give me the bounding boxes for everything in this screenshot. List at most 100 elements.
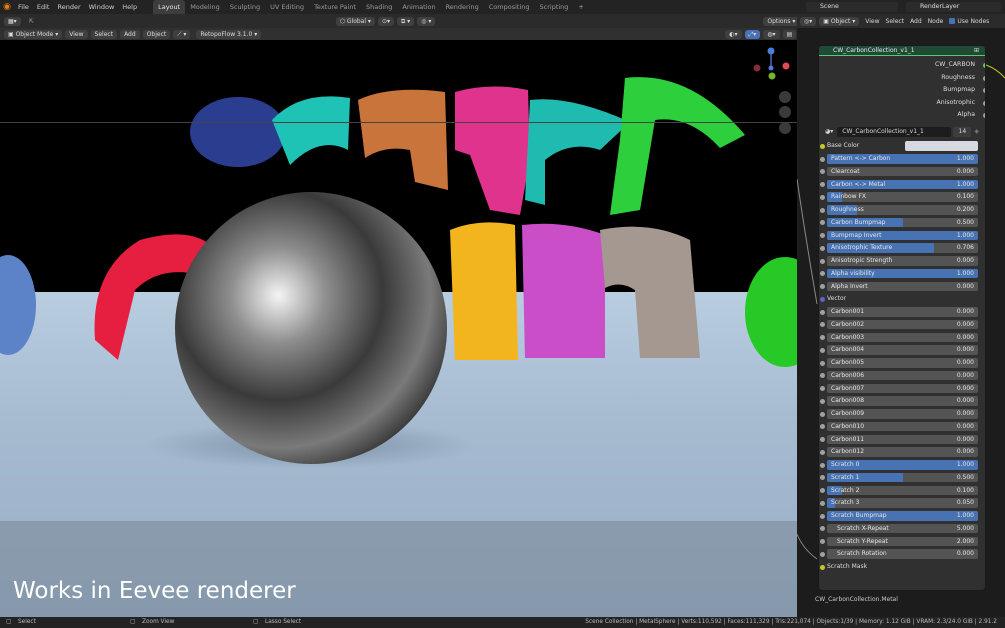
scene-selector[interactable]: Scene [806,2,898,12]
param-socket[interactable] [820,539,825,545]
scratch-mask-socket[interactable] [820,564,825,570]
node-group-carbon[interactable]: CW_CarbonCollection_v1_1 ⊞ CW_CARBON Roug… [818,45,986,591]
tab-uv-editing[interactable]: UV Editing [265,0,309,14]
param-socket[interactable] [820,500,825,506]
param-slider[interactable]: Scratch Rotation 0.000 [827,549,978,559]
cursor-tool-icon[interactable]: ⇱ [29,18,34,25]
3d-viewport[interactable]: Works in Eevee renderer [0,40,797,617]
base-color-swatch[interactable] [905,141,978,151]
param-socket[interactable] [820,526,825,532]
param-slider[interactable]: Alpha Invert 0.000 [827,281,978,292]
param-slider[interactable]: Carbon002 0.000 [827,319,978,330]
param-socket[interactable] [820,398,825,404]
add-menu[interactable]: Add [120,29,140,39]
pan-hand-icon[interactable] [779,106,791,118]
param-socket[interactable] [820,245,825,251]
mode-dropdown[interactable]: ▣ Object Mode ▾ [4,29,63,39]
node-group-selector[interactable]: ◕▾ CW_CarbonCollection_v1_1 14 ◈ [825,126,979,137]
node-editor-type-icon[interactable]: ◎▾ [800,16,817,26]
param-slider[interactable]: Roughness 0.200 [827,205,978,215]
transform-orientation-dropdown[interactable]: ⬡ Global ▾ [335,16,375,26]
add-workspace-button[interactable]: + [573,0,588,14]
node-editor[interactable]: ◎▾ ▣ Object ▾ View Select Add Node Use N… [797,14,1005,617]
retopoflow-menu[interactable]: RetopoFlow 3.1.0 ▾ [196,29,262,39]
param-slider[interactable]: Pattern <-> Carbon 1.000 [827,154,978,164]
param-slider[interactable]: Carbon <-> Metal 1.000 [827,179,978,190]
param-socket[interactable] [820,322,825,328]
zoom-icon[interactable] [779,91,791,103]
ne-node-menu[interactable]: Node [928,18,944,25]
param-slider[interactable]: Carbon007 0.000 [827,383,978,394]
param-socket[interactable] [820,437,825,443]
param-socket[interactable] [820,271,825,277]
param-socket[interactable] [820,462,825,468]
ne-select-menu[interactable]: Select [886,18,905,25]
ne-view-menu[interactable]: View [865,18,879,25]
camera-view-icon[interactable] [779,122,791,134]
select-menu[interactable]: Select [90,29,118,39]
param-socket[interactable] [820,424,825,430]
param-slider[interactable]: Rainbow FX 0.100 [827,192,978,202]
param-slider[interactable]: Carbon011 0.000 [827,434,978,445]
node-tree-icon[interactable]: ◕▾ [825,128,833,135]
param-slider[interactable]: Scratch 1 0.500 [827,472,978,483]
param-socket[interactable] [820,233,825,239]
param-socket[interactable] [820,449,825,455]
tab-sculpting[interactable]: Sculpting [225,0,265,14]
param-slider[interactable]: Carbon004 0.000 [827,345,978,355]
proportional-toggle[interactable]: ◎ ▾ [417,16,436,26]
param-slider[interactable]: Scratch X-Repeat 5.000 [827,523,978,534]
param-slider[interactable]: Clearcoat 0.000 [827,166,978,177]
param-slider[interactable]: Carbon012 0.000 [827,447,978,457]
vector-socket[interactable] [820,296,825,302]
param-socket[interactable] [820,335,825,341]
param-socket[interactable] [820,284,825,290]
param-slider[interactable]: Carbon005 0.000 [827,358,978,368]
tab-rendering[interactable]: Rendering [441,0,484,14]
options-dropdown[interactable]: Options ▾ [763,16,800,26]
param-slider[interactable]: Scratch Bumpmap 1.000 [827,511,978,521]
base-color-socket[interactable] [820,143,825,149]
tab-layout[interactable]: Layout [153,0,186,14]
param-slider[interactable]: Alpha visibility 1.000 [827,268,978,279]
param-slider[interactable]: Anisotrophic Texture 0.706 [827,243,978,253]
pivot-dropdown[interactable]: ⊙▾ [377,16,394,26]
param-slider[interactable]: Bumpmap Invert 1.000 [827,230,978,241]
param-slider[interactable]: Scratch 0 1.000 [827,460,978,470]
node-header[interactable]: CW_CarbonCollection_v1_1 ⊞ [819,46,985,56]
param-socket[interactable] [820,309,825,315]
param-slider[interactable]: Scratch 2 0.100 [827,485,978,496]
param-socket[interactable] [820,194,825,200]
param-socket[interactable] [820,475,825,481]
param-socket[interactable] [820,156,825,162]
menu-help[interactable]: Help [118,0,141,14]
param-socket[interactable] [820,411,825,417]
gizmo-z-icon[interactable] [767,47,775,55]
tab-scripting[interactable]: Scripting [535,0,574,14]
tab-modeling[interactable]: Modeling [185,0,225,14]
param-slider[interactable]: Carbon010 0.000 [827,421,978,432]
param-slider[interactable]: Carbon008 0.000 [827,396,978,406]
param-socket[interactable] [820,386,825,392]
param-slider[interactable]: Carbon001 0.000 [827,307,978,317]
editor-type-icon[interactable]: ▦▾ [4,16,21,26]
param-slider[interactable]: Carbon Bumpmap 0.500 [827,217,978,228]
param-socket[interactable] [820,347,825,353]
link-icon[interactable]: ⟋ ▾ [173,29,191,39]
menu-window[interactable]: Window [85,0,119,14]
ne-add-menu[interactable]: Add [910,18,922,25]
param-socket[interactable] [820,373,825,379]
param-socket[interactable] [820,513,825,519]
param-slider[interactable]: Anisotropic Strength 0.000 [827,256,978,266]
output-socket[interactable] [983,100,985,106]
param-socket[interactable] [820,182,825,188]
output-socket[interactable] [983,63,985,68]
param-slider[interactable]: Carbon009 0.000 [827,409,978,419]
param-socket[interactable] [820,360,825,366]
xray-toggle[interactable]: ▤ [782,29,797,39]
view-menu[interactable]: View [65,29,88,39]
output-socket[interactable] [983,113,985,119]
param-slider[interactable]: Scratch Y-Repeat 2.000 [827,536,978,547]
param-socket[interactable] [820,207,825,213]
param-socket[interactable] [820,220,825,226]
